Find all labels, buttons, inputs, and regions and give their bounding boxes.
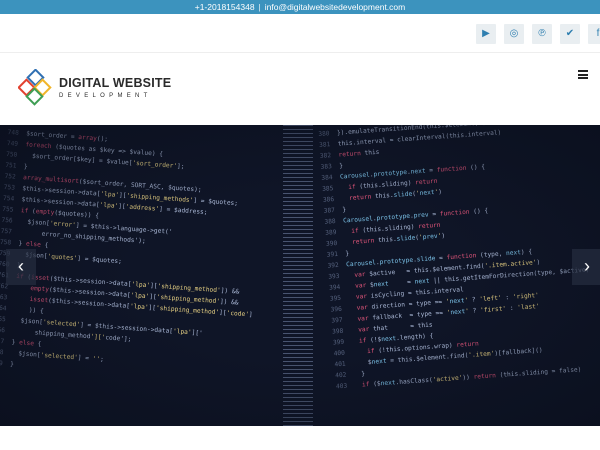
contact-separator: |	[258, 2, 261, 12]
top-contact-bar: +1-2018154348 | info@digitalwebsitedevelop…	[0, 0, 600, 14]
menu-toggle-icon[interactable]	[578, 70, 588, 79]
social-links: ▶ ◎ ℗ ✔ f	[0, 24, 600, 44]
brand-tagline: DEVELOPMENT	[59, 93, 152, 99]
email-address[interactable]: info@digitalwebsitedevelopment.com	[265, 2, 405, 12]
hero-overlay	[0, 125, 600, 426]
phone-number[interactable]: +1-2018154348	[195, 2, 255, 12]
page-bottom	[0, 426, 600, 450]
youtube-icon[interactable]: ▶	[476, 24, 496, 44]
slider-prev-button[interactable]: ‹	[6, 249, 36, 285]
pinterest-icon[interactable]: ℗	[532, 24, 552, 44]
brand-name: DIGITAL WEBSITE	[59, 76, 172, 90]
hero-slider: 748 $sort_order = array();749 foreach ($…	[0, 125, 600, 426]
facebook-icon[interactable]: f	[588, 24, 600, 44]
instagram-icon[interactable]: ◎	[504, 24, 524, 44]
site-logo[interactable]: DIGITAL WEBSITE DEVELOPMENT	[18, 69, 178, 109]
slider-next-button[interactable]: ›	[572, 249, 600, 285]
site-header: DIGITAL WEBSITE DEVELOPMENT	[0, 53, 600, 125]
logo-mark-icon	[18, 69, 52, 106]
twitter-icon[interactable]: ✔	[560, 24, 580, 44]
